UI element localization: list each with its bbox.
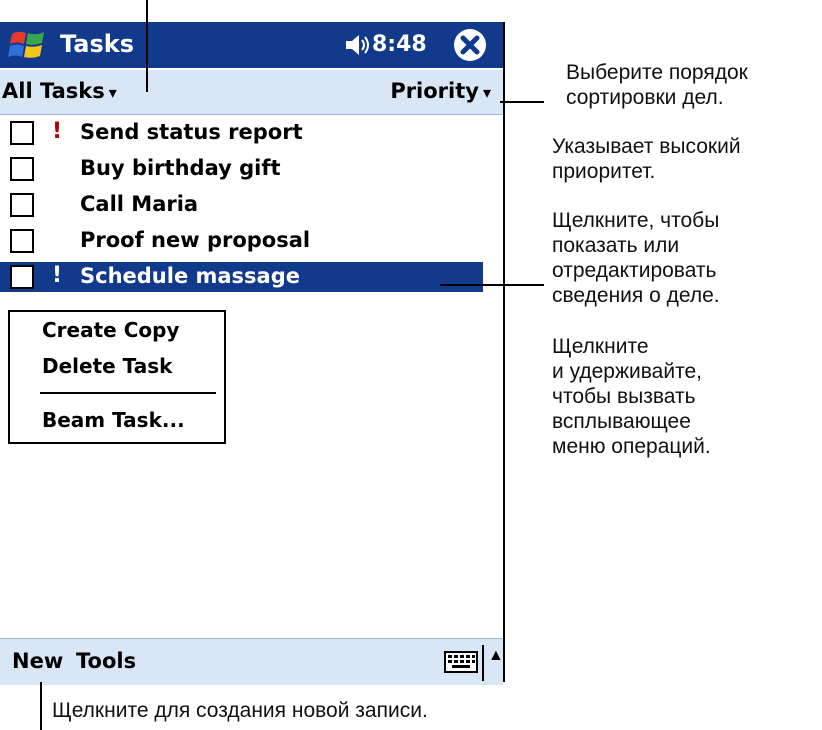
menu-item-beam-task[interactable]: Beam Task... bbox=[42, 408, 185, 432]
close-icon[interactable] bbox=[452, 27, 488, 63]
sort-order-dropdown[interactable]: Priority ▾ bbox=[390, 79, 491, 103]
annotation-line: Выберите порядок bbox=[566, 61, 748, 84]
annotation-line: приоритет. bbox=[552, 160, 656, 183]
annotation-line: сведения о деле. bbox=[552, 284, 720, 307]
annotation-line: показать или bbox=[552, 234, 680, 257]
annotation-high-priority: Указывает высокий приоритет. bbox=[552, 134, 741, 184]
annotation-sort-order: Выберите порядок сортировки дел. bbox=[566, 60, 748, 110]
annotation-line: отредактировать bbox=[552, 259, 717, 282]
bottom-menu-bar: New Tools ▲ bbox=[0, 638, 504, 685]
speaker-icon[interactable] bbox=[344, 33, 370, 57]
context-menu: Create Copy Delete Task Beam Task... bbox=[8, 310, 226, 444]
annotation-line: Указывает высокий bbox=[552, 135, 741, 158]
chevron-down-icon: ▾ bbox=[482, 83, 491, 102]
annotation-tap-hold: Щелкните и удерживайте, чтобы вызвать вс… bbox=[552, 334, 711, 459]
menu-divider bbox=[40, 392, 216, 394]
task-checkbox[interactable] bbox=[10, 265, 34, 289]
task-label[interactable]: Call Maria bbox=[80, 192, 198, 216]
annotation-line: и удерживайте, bbox=[552, 360, 702, 383]
callout-line-filter bbox=[146, 0, 148, 92]
keyboard-icon[interactable] bbox=[444, 651, 478, 673]
annotation-line: Щелкните, чтобы bbox=[552, 209, 720, 232]
app-title: Tasks bbox=[60, 30, 135, 58]
title-bar: Tasks 8:48 bbox=[0, 22, 503, 68]
task-checkbox[interactable] bbox=[10, 121, 34, 145]
task-label[interactable]: Buy birthday gift bbox=[80, 156, 281, 180]
task-label[interactable]: Schedule massage bbox=[80, 264, 300, 288]
task-checkbox[interactable] bbox=[10, 193, 34, 217]
chevron-down-icon: ▾ bbox=[108, 83, 117, 102]
task-row[interactable]: Proof new proposal bbox=[0, 224, 503, 260]
sip-separator bbox=[482, 645, 484, 681]
task-list: ! Send status report Buy birthday gift C… bbox=[0, 116, 503, 296]
annotation-line: сортировки дел. bbox=[566, 86, 724, 109]
annotation-new-record: Щелкните для создания новой записи. bbox=[52, 699, 428, 722]
annotation-line: всплывающее bbox=[552, 410, 691, 433]
filter-sort-bar: All Tasks ▾ Priority ▾ bbox=[0, 70, 503, 115]
sip-up-arrow-icon[interactable]: ▲ bbox=[488, 647, 504, 665]
annotation-line: меню операций. bbox=[552, 435, 711, 458]
sort-label: Priority bbox=[390, 79, 479, 103]
annotation-line: чтобы вызвать bbox=[552, 385, 696, 408]
filter-label: All Tasks bbox=[2, 79, 105, 103]
task-checkbox[interactable] bbox=[10, 157, 34, 181]
callout-line-task bbox=[440, 284, 544, 286]
high-priority-icon: ! bbox=[52, 119, 63, 144]
task-row[interactable]: Call Maria bbox=[0, 188, 503, 224]
menu-item-create-copy[interactable]: Create Copy bbox=[42, 318, 179, 342]
task-row[interactable]: Buy birthday gift bbox=[0, 152, 503, 188]
high-priority-icon: ! bbox=[52, 263, 63, 288]
task-label[interactable]: Proof new proposal bbox=[80, 228, 310, 252]
task-row-selected[interactable]: ! Schedule massage bbox=[0, 260, 503, 296]
annotation-tap-show-edit: Щелкните, чтобы показать или отредактиро… bbox=[552, 208, 720, 308]
task-label[interactable]: Send status report bbox=[80, 120, 303, 144]
windows-flag-icon[interactable] bbox=[8, 28, 48, 62]
callout-line-sort bbox=[500, 101, 544, 103]
task-checkbox[interactable] bbox=[10, 229, 34, 253]
task-row[interactable]: ! Send status report bbox=[0, 116, 503, 152]
new-button[interactable]: New bbox=[12, 649, 63, 673]
clock[interactable]: 8:48 bbox=[372, 32, 427, 57]
pocket-pc-screen: Tasks 8:48 All Tasks ▾ Priority ▾ ! Send s… bbox=[0, 22, 505, 685]
category-filter-dropdown[interactable]: All Tasks ▾ bbox=[2, 79, 117, 103]
annotation-line: Щелкните bbox=[552, 335, 649, 358]
callout-line-new bbox=[40, 682, 42, 730]
menu-item-delete-task[interactable]: Delete Task bbox=[42, 354, 172, 378]
tools-menu[interactable]: Tools bbox=[76, 649, 136, 673]
